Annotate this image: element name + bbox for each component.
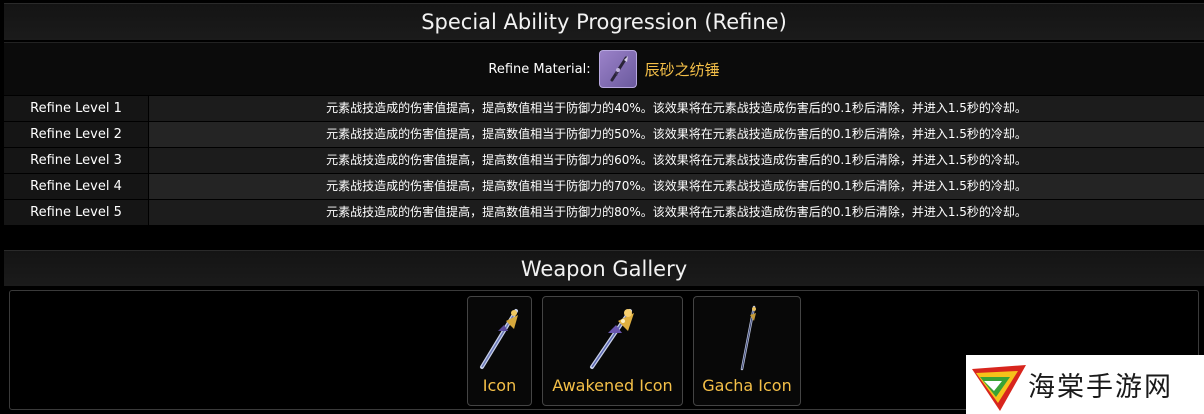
watermark: 海棠手游网 <box>966 355 1204 414</box>
refine-levels-table: Refine Level 1 元素战技造成的伤害值提高，提高数值相当于防御力的4… <box>4 95 1204 225</box>
refine-level-label: Refine Level 5 <box>4 200 149 225</box>
sword-icon <box>479 309 518 369</box>
refine-level-description: 元素战技造成的伤害值提高，提高数值相当于防御力的70%。该效果将在元素战技造成伤… <box>149 174 1204 199</box>
refine-level-description: 元素战技造成的伤害值提高，提高数值相当于防御力的50%。该效果将在元素战技造成伤… <box>149 122 1204 147</box>
table-row: Refine Level 1 元素战技造成的伤害值提高，提高数值相当于防御力的4… <box>4 95 1204 121</box>
refine-level-label: Refine Level 4 <box>4 174 149 199</box>
table-row: Refine Level 4 元素战技造成的伤害值提高，提高数值相当于防御力的7… <box>4 173 1204 199</box>
gallery-card-icon[interactable]: Icon <box>467 296 532 406</box>
refine-level-label: Refine Level 1 <box>4 96 149 121</box>
refine-level-description: 元素战技造成的伤害值提高，提高数值相当于防御力的80%。该效果将在元素战技造成伤… <box>149 200 1204 225</box>
refine-level-label: Refine Level 2 <box>4 122 149 147</box>
refine-section-title: Special Ability Progression (Refine) <box>4 3 1204 40</box>
refine-level-description: 元素战技造成的伤害值提高，提高数值相当于防御力的40%。该效果将在元素战技造成伤… <box>149 96 1204 121</box>
gallery-label: Gacha Icon <box>702 376 792 395</box>
gallery-label: Awakened Icon <box>552 376 673 395</box>
refine-material-label: Refine Material: <box>488 61 591 77</box>
watermark-text: 海棠手游网 <box>1028 372 1173 403</box>
spindle-material-icon[interactable] <box>598 50 637 88</box>
gallery-card-awakened[interactable]: Awakened Icon <box>542 296 683 406</box>
refine-level-label: Refine Level 3 <box>4 148 149 173</box>
refine-level-description: 元素战技造成的伤害值提高，提高数值相当于防御力的60%。该效果将在元素战技造成伤… <box>149 148 1204 173</box>
gallery-section-title: Weapon Gallery <box>4 250 1204 286</box>
site-logo-icon <box>972 365 1026 411</box>
refine-material-row: Refine Material: 辰砂之纺锤 <box>4 42 1204 95</box>
page: Special Ability Progression (Refine) Ref… <box>0 0 1204 414</box>
sword-gacha-icon <box>740 305 756 371</box>
refine-material-name[interactable]: 辰砂之纺锤 <box>645 59 720 80</box>
gallery-card-gacha[interactable]: Gacha Icon <box>693 296 801 406</box>
sword-awakened-icon <box>589 309 634 369</box>
table-row: Refine Level 2 元素战技造成的伤害值提高，提高数值相当于防御力的5… <box>4 121 1204 147</box>
table-row: Refine Level 5 元素战技造成的伤害值提高，提高数值相当于防御力的8… <box>4 199 1204 225</box>
gallery-label: Icon <box>482 376 517 395</box>
table-row: Refine Level 3 元素战技造成的伤害值提高，提高数值相当于防御力的6… <box>4 147 1204 173</box>
